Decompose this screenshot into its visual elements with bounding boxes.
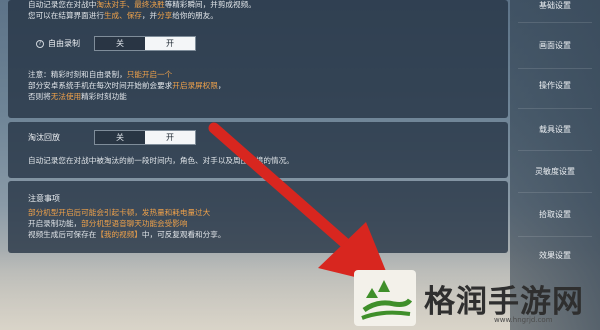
- sidebar-item-controls[interactable]: 操作设置: [510, 80, 600, 91]
- highlight-text: 【我的视频】: [96, 230, 142, 239]
- elimination-replay-desc: 自动记录您在对战中被淘汰的前一段时间内，角色、对手以及周围环境的情况。: [28, 156, 294, 165]
- toggle-on-option[interactable]: 开: [145, 37, 195, 50]
- notes-panel: 注意事项 部分机型开启后可能会引起卡顿，发热量和耗电量过大 开启录制功能，部分机…: [8, 181, 508, 253]
- elimination-replay-panel: 淘汰回放 关 开 自动记录您在对战中被淘汰的前一段时间内，角色、对手以及周围环境…: [8, 122, 508, 178]
- highlight-text: 部分机型语音聊天功能会受影响: [81, 219, 188, 228]
- sidebar-divider: [518, 150, 592, 151]
- help-icon[interactable]: ?: [36, 40, 44, 48]
- text-segment: 注意：精彩时刻和自由录制，: [28, 70, 127, 79]
- text-segment: 部分安卓系统手机在每次时间开始前会要求: [28, 81, 173, 90]
- sidebar-divider: [518, 108, 592, 109]
- watermark-logo: [354, 270, 416, 326]
- highlight-record-panel: 自动记录您在对战中淘汰对手、最终决胜等精彩瞬间，并剪成视频。 您可以在结算界面进…: [8, 0, 508, 118]
- toggle-off-option[interactable]: 关: [95, 37, 145, 50]
- notes-line2: 开启录制功能，部分机型语音聊天功能会受影响: [28, 218, 187, 229]
- text-segment: 给你的朋友。: [172, 11, 218, 20]
- toggle-on-option[interactable]: 开: [145, 131, 195, 144]
- sidebar-item-effects[interactable]: 效果设置: [510, 250, 600, 261]
- watermark-name: 格润手游网: [424, 284, 584, 320]
- notes-line3: 视频生成后可保存在【我的视频】中，可反复观看和分享。: [28, 229, 225, 240]
- highlight-text: 只能开启一个: [126, 70, 173, 79]
- panel1-note-line3: 否则将无法使用精彩时刻功能: [28, 91, 127, 102]
- text-segment: 等精彩瞬间，并剪成视频。: [164, 0, 256, 9]
- highlight-text: 开启录屏权限: [172, 81, 218, 90]
- elimination-replay-toggle[interactable]: 关 开: [94, 130, 196, 145]
- panel1-note-line2: 部分安卓系统手机在每次时间开始前会要求开启录屏权限，: [28, 80, 225, 91]
- sidebar-divider: [518, 22, 592, 23]
- panel1-desc-line2: 您可以在结算界面进行生成、保存，并分享给你的朋友。: [28, 10, 218, 21]
- text-segment: 开启录制功能，: [28, 219, 82, 228]
- sidebar-divider: [518, 68, 592, 69]
- text-segment: ，: [217, 81, 226, 90]
- text-segment: 否则将: [28, 92, 51, 101]
- free-record-toggle[interactable]: 关 开: [94, 36, 196, 51]
- panel1-note-line1: 注意：精彩时刻和自由录制，只能开启一个: [28, 69, 172, 80]
- notes-title: 注意事项: [28, 194, 60, 203]
- highlight-text: 淘汰对手、最终决胜: [96, 0, 165, 9]
- text-segment: 您可以在结算界面进行: [28, 11, 104, 20]
- toggle-off-option[interactable]: 关: [95, 131, 145, 144]
- panel1-desc-line1: 自动记录您在对战中淘汰对手、最终决胜等精彩瞬间，并剪成视频。: [28, 0, 256, 10]
- sidebar-divider: [518, 192, 592, 193]
- wheat-logo-icon: [358, 274, 413, 322]
- sidebar-divider: [518, 236, 592, 237]
- text-segment: 自动记录您在对战中: [28, 0, 97, 9]
- highlight-text: 分享: [157, 11, 173, 20]
- elimination-replay-label: 淘汰回放: [28, 133, 60, 142]
- highlight-text: 生成、保存: [103, 11, 142, 20]
- sidebar-item-basic[interactable]: 基础设置: [510, 0, 600, 11]
- sidebar-item-sensitivity[interactable]: 灵敏度设置: [510, 166, 600, 177]
- highlight-text: 部分机型开启后可能会引起卡顿，发热量和耗电量过大: [28, 208, 211, 217]
- text-segment: 视频生成后可保存在: [28, 230, 97, 239]
- notes-line1: 部分机型开启后可能会引起卡顿，发热量和耗电量过大: [28, 207, 210, 218]
- free-record-label: 自由录制: [48, 39, 80, 48]
- sidebar-item-vehicle[interactable]: 载具设置: [510, 124, 600, 135]
- sidebar-item-graphics[interactable]: 画面设置: [510, 40, 600, 51]
- text-segment: 中，可反复观看和分享。: [141, 230, 226, 239]
- text-segment: ，并: [141, 11, 158, 20]
- sidebar-item-pickup[interactable]: 拾取设置: [510, 209, 600, 220]
- watermark-url: www.hngrjd.com: [494, 316, 553, 324]
- text-segment: 精彩时刻功能: [81, 92, 127, 101]
- highlight-text: 无法使用: [50, 92, 82, 101]
